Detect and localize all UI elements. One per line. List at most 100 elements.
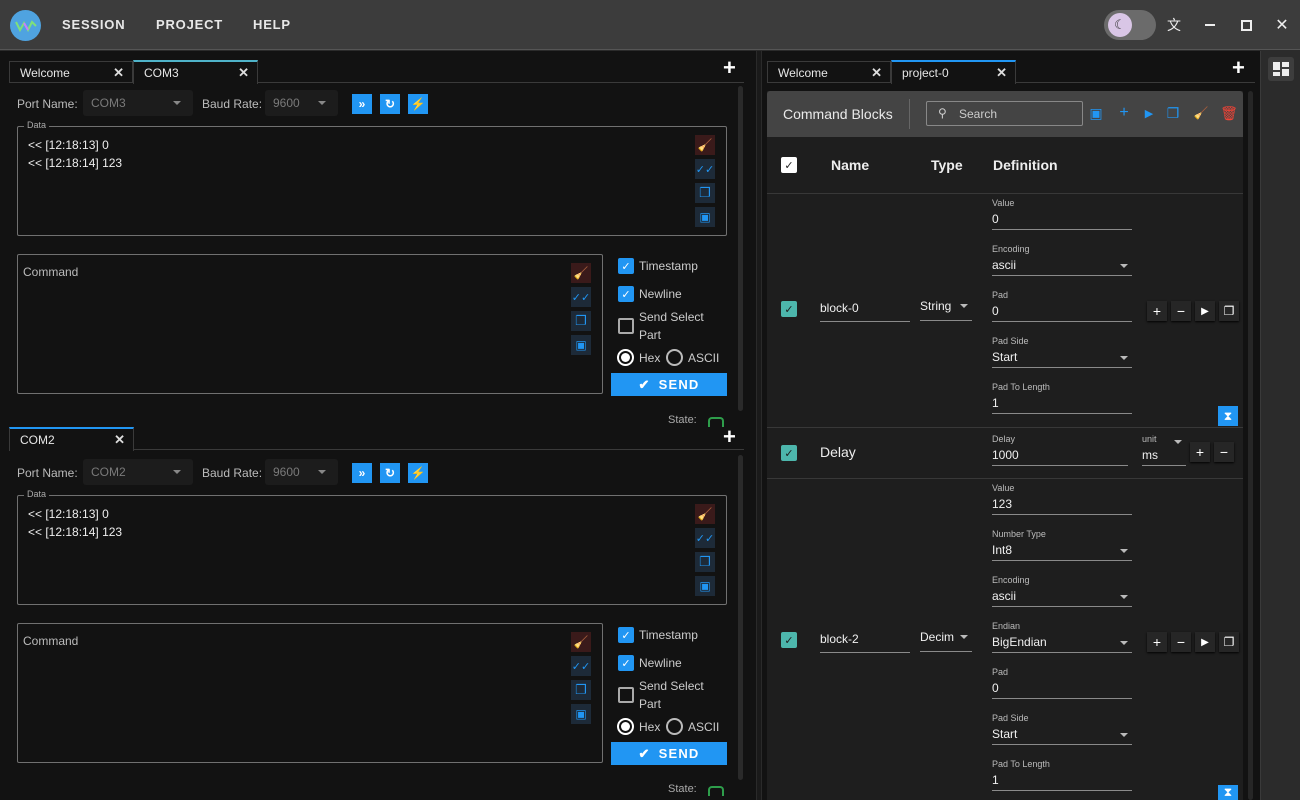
pad-to-length-field[interactable]: Pad To Length 1 [992,759,1132,791]
open-port-button[interactable]: » [352,463,372,483]
row-checkbox[interactable]: ✓ [781,301,797,317]
baud-rate-select[interactable]: 9600 [265,90,338,116]
block-type-select[interactable]: String [920,299,972,321]
clear-log-button[interactable]: 🧹 [695,504,715,524]
newline-checkbox[interactable]: ✓ [618,286,634,302]
add-tab-button[interactable]: + [1232,57,1245,79]
value-field[interactable]: Value 123 [992,483,1132,515]
minimize-icon[interactable] [1199,14,1221,36]
close-tab-icon[interactable]: ✕ [113,65,124,81]
pad-to-length-field[interactable]: Pad To Length 1 [992,382,1132,414]
maximize-icon[interactable] [1235,14,1257,36]
broom-icon[interactable]: 🧹 [1193,105,1209,121]
save-log-button[interactable]: ▣ [695,207,715,227]
close-icon[interactable]: ✕ [1271,14,1293,36]
translate-icon[interactable]: 文 [1163,14,1185,36]
close-tab-icon[interactable]: ✕ [238,65,249,81]
pad-side-select[interactable]: Pad Side Start [992,336,1132,368]
run-block-button[interactable]: ▶ [1195,301,1215,321]
delete-all-icon[interactable]: 🗑 [1220,105,1238,121]
ascii-radio[interactable] [666,349,683,366]
select-all-button[interactable]: ✓✓ [695,159,715,179]
menu-session[interactable]: SESSION [62,17,125,32]
add-delay-button[interactable]: ⧗ [1218,406,1238,426]
select-all-checkbox[interactable]: ✓ [781,157,797,173]
refresh-button[interactable]: ↻ [380,94,400,114]
unit-select[interactable]: unit ms [1142,434,1186,466]
delay-field[interactable]: Delay 1000 [992,434,1128,466]
encoding-select[interactable]: Encoding ascii [992,575,1132,607]
command-input[interactable]: Command 🧹 ✓✓ ❐ ▣ [17,623,603,763]
close-tab-icon[interactable]: ✕ [114,432,125,448]
scrollbar[interactable] [738,86,743,411]
run-from-here-button[interactable]: ❐ [1219,301,1239,321]
port-name-select[interactable]: COM3 [83,90,193,116]
pad-side-select[interactable]: Pad Side Start [992,713,1132,745]
scrollbar[interactable] [1248,91,1253,800]
copy-button[interactable]: ❐ [571,311,591,331]
number-type-select[interactable]: Number Type Int8 [992,529,1132,561]
timestamp-checkbox[interactable]: ✓ [618,258,634,274]
row-checkbox[interactable]: ✓ [781,632,797,648]
theme-toggle[interactable]: ☾ [1104,10,1156,40]
block-type-select[interactable]: Decim [920,630,972,652]
tab-com2[interactable]: COM2 ✕ [9,427,134,451]
send-button[interactable]: ✔ SEND [611,742,727,765]
select-all-button[interactable]: ✓✓ [571,656,591,676]
hex-radio[interactable] [617,349,634,366]
encoding-select[interactable]: Encoding ascii [992,244,1132,276]
send-select-part-checkbox[interactable] [618,318,634,334]
command-input[interactable]: Command 🧹 ✓✓ ❐ ▣ [17,254,603,394]
menu-help[interactable]: HELP [253,17,291,32]
tab-welcome[interactable]: Welcome ✕ [9,61,133,83]
close-tab-icon[interactable]: ✕ [871,65,882,81]
play-icon[interactable]: ▶ [1141,105,1157,121]
save-command-button[interactable]: ▣ [571,704,591,724]
pad-field[interactable]: Pad 0 [992,667,1132,699]
save-command-button[interactable]: ▣ [571,335,591,355]
add-delay-button[interactable]: ⧗ [1218,785,1238,800]
close-tab-icon[interactable]: ✕ [996,65,1007,81]
tab-project-0[interactable]: project-0 ✕ [891,60,1016,84]
run-all-icon[interactable]: ❐ [1165,105,1181,121]
clear-log-button[interactable]: 🧹 [695,135,715,155]
add-tab-button[interactable]: + [723,426,736,448]
pad-field[interactable]: Pad 0 [992,290,1132,322]
block-name-input[interactable]: block-0 [820,301,910,322]
timestamp-checkbox[interactable]: ✓ [618,627,634,643]
hex-radio[interactable] [617,718,634,735]
value-field[interactable]: Value 0 [992,198,1132,230]
insert-block-button[interactable]: + [1147,632,1167,652]
remove-block-button[interactable]: − [1171,301,1191,321]
search-input[interactable]: ⚲ Search [926,101,1083,126]
ascii-radio[interactable] [666,718,683,735]
menu-project[interactable]: PROJECT [156,17,223,32]
scrollbar[interactable] [738,455,743,780]
copy-button[interactable]: ❐ [571,680,591,700]
select-all-button[interactable]: ✓✓ [695,528,715,548]
send-select-part-checkbox[interactable] [618,687,634,703]
open-port-button[interactable]: » [352,94,372,114]
baud-rate-select[interactable]: 9600 [265,459,338,485]
send-button[interactable]: ✔ SEND [611,373,727,396]
remove-block-button[interactable]: − [1214,442,1234,462]
port-name-select[interactable]: COM2 [83,459,193,485]
layout-toggle-button[interactable] [1268,57,1294,81]
connect-button[interactable]: ⚡ [408,463,428,483]
endian-select[interactable]: Endian BigEndian [992,621,1132,653]
select-all-button[interactable]: ✓✓ [571,287,591,307]
insert-block-button[interactable]: + [1190,442,1210,462]
insert-block-button[interactable]: + [1147,301,1167,321]
row-checkbox[interactable]: ✓ [781,445,797,461]
connect-button[interactable]: ⚡ [408,94,428,114]
refresh-button[interactable]: ↻ [380,463,400,483]
save-icon[interactable]: ▣ [1088,105,1104,121]
tab-com3[interactable]: COM3 ✕ [133,60,258,84]
tab-welcome[interactable]: Welcome ✕ [767,61,891,83]
save-log-button[interactable]: ▣ [695,576,715,596]
newline-checkbox[interactable]: ✓ [618,655,634,671]
copy-button[interactable]: ❐ [695,183,715,203]
block-name-input[interactable]: block-2 [820,632,910,653]
copy-button[interactable]: ❐ [695,552,715,572]
clear-command-button[interactable]: 🧹 [571,632,591,652]
